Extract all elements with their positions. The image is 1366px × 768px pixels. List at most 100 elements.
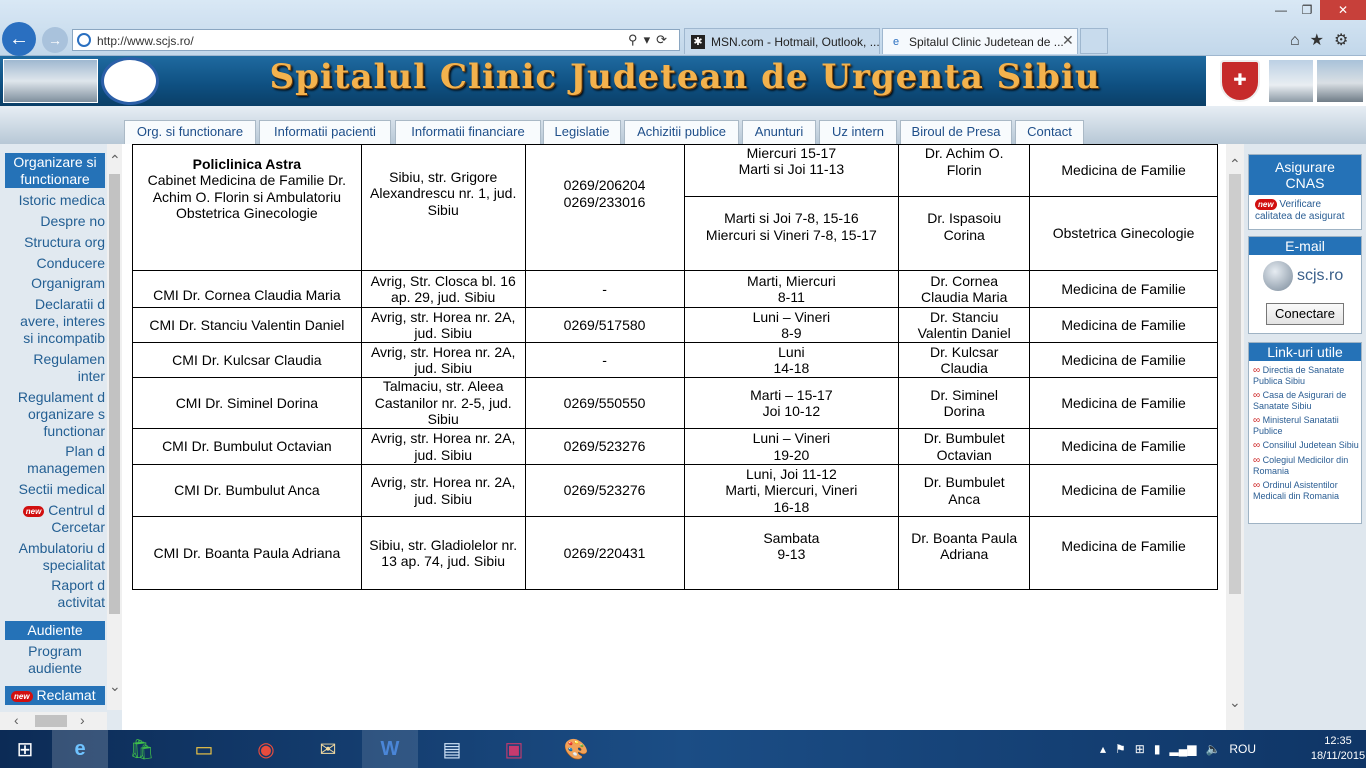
menu-centrul-cercetare[interactable]: new Centrul d Cercetar xyxy=(5,502,105,536)
menu-regulament-organizare[interactable]: Regulament d organizare s functionar xyxy=(5,389,105,440)
minimize-icon[interactable]: — xyxy=(1268,0,1294,20)
left-scroll-thumb[interactable] xyxy=(109,174,120,614)
address-url: http://www.scjs.ro/ xyxy=(97,34,194,48)
menu-header-organizare[interactable]: Organizare si functionare xyxy=(5,153,105,188)
clinic-specialty: Medicina de Familie xyxy=(1029,516,1218,590)
menu-structura[interactable]: Structura org xyxy=(5,234,105,251)
menu-reg-org-l3: functionar xyxy=(43,423,105,439)
menu-reg-intern-l1: Regulamen xyxy=(33,351,105,367)
clock[interactable]: 12:35 18/11/2015 xyxy=(1310,734,1366,764)
clinic-schedule: Luni – Vineri 8-9 xyxy=(683,307,900,343)
scroll-up-icon[interactable]: ⌃ xyxy=(109,152,121,169)
clinic-phone: 0269/523276 xyxy=(524,428,685,465)
restore-icon[interactable]: ❐ xyxy=(1294,0,1320,20)
tab-msn[interactable]: ✱ MSN.com - Hotmail, Outlook, ... xyxy=(684,28,880,54)
menu-istoric[interactable]: Istoric medica xyxy=(5,192,105,209)
links-box: Link-uri utile ∞ Directia de Sanatate Pu… xyxy=(1248,342,1362,524)
nav-org[interactable]: Org. si functionare xyxy=(124,120,256,144)
back-arrow-icon[interactable]: ← xyxy=(2,22,36,56)
new-tab-button[interactable] xyxy=(1080,28,1108,54)
scroll-down-icon[interactable]: ⌄ xyxy=(109,678,121,695)
signal-icon[interactable]: ▂▄▆ xyxy=(1169,742,1196,756)
menu-centrul-l1-text: Centrul d xyxy=(48,502,105,518)
menu-raport[interactable]: Raport d activitat xyxy=(5,577,105,611)
file-explorer-icon[interactable]: ▭ xyxy=(176,730,232,768)
battery-icon[interactable]: ▮ xyxy=(1154,742,1161,756)
browser-toolbar: ← → http://www.scjs.ro/ ⚲▾⟳ ✱ MSN.com - … xyxy=(0,0,1366,56)
menu-header-audiente[interactable]: Audiente xyxy=(5,621,105,640)
link-icon: ∞ xyxy=(1253,415,1261,426)
connect-button[interactable]: Conectare xyxy=(1266,303,1344,325)
windows-icon[interactable]: ⊞ xyxy=(1135,742,1145,756)
nav-anunturi[interactable]: Anunturi xyxy=(742,120,816,144)
menu-reclamatii[interactable]: new Reclamat xyxy=(5,686,105,705)
nav-achizitii[interactable]: Achizitii publice xyxy=(624,120,739,144)
menu-declaratii-l2: avere, interes xyxy=(20,313,105,329)
floppy-icon[interactable]: ▣ xyxy=(486,730,542,768)
clinic-doctor: Dr. Stanciu Valentin Daniel xyxy=(898,307,1031,343)
volume-icon[interactable]: 🔈 xyxy=(1205,742,1220,756)
search-refresh-icons[interactable]: ⚲▾⟳ xyxy=(628,32,673,48)
ie-tab-icon: e xyxy=(892,36,900,48)
menu-ambulatoriu[interactable]: Ambulatoriu d specialitat xyxy=(5,540,105,574)
paint-icon[interactable]: 🎨 xyxy=(548,730,604,768)
menu-declaratii[interactable]: Declaratii d avere, interes si incompati… xyxy=(5,296,105,347)
clock-date: 18/11/2015 xyxy=(1310,750,1366,762)
close-tab-icon[interactable]: ✕ xyxy=(1062,32,1074,49)
main-scroll-thumb[interactable] xyxy=(1229,174,1241,594)
menu-centrul-l1: new Centrul d xyxy=(5,502,105,519)
link-consiliul-text: Consiliul Judetean Sibiu xyxy=(1262,440,1359,450)
mail-icon[interactable]: ✉ xyxy=(300,730,356,768)
windows-start-icon[interactable]: ⊞ xyxy=(0,730,50,768)
link-colegiul[interactable]: ∞ Colegiul Medicilor din Romania xyxy=(1249,454,1361,479)
main-scroll-down-icon[interactable]: ⌄ xyxy=(1229,694,1241,711)
main-scroll-up-icon[interactable]: ⌃ xyxy=(1229,156,1241,173)
language-indicator[interactable]: ROU xyxy=(1229,742,1256,756)
link-consiliul[interactable]: ∞ Consiliul Judetean Sibiu xyxy=(1249,439,1361,454)
link-cas[interactable]: ∞ Casa de Asigurari de Sanatate Sibiu xyxy=(1249,389,1361,414)
menu-regulament-intern[interactable]: Regulamen inter xyxy=(5,351,105,385)
nav-uz-intern[interactable]: Uz intern xyxy=(819,120,897,144)
nav-biroul-presa[interactable]: Biroul de Presa xyxy=(900,120,1012,144)
main-vertical-scrollbar[interactable]: ⌃ ⌄ xyxy=(1226,144,1244,730)
scroll-left-icon[interactable]: ‹ xyxy=(14,712,19,728)
word-icon[interactable]: W xyxy=(362,730,418,768)
clinic-specialty: Medicina de Familie xyxy=(1029,377,1218,429)
chevron-up-icon[interactable]: ▴ xyxy=(1100,742,1106,756)
left-vertical-scrollbar[interactable]: ⌃ ⌄ xyxy=(107,144,122,710)
cnas-link[interactable]: new Verificare calitatea de asigurat xyxy=(1249,195,1361,223)
internet-explorer-icon[interactable]: e xyxy=(52,730,108,768)
menu-conducere[interactable]: Conducere xyxy=(5,255,106,272)
link-icon: ∞ xyxy=(1253,365,1261,376)
left-hscroll-thumb[interactable] xyxy=(35,715,67,727)
menu-despre[interactable]: Despre no xyxy=(5,213,105,230)
email-box: E-mail scjs.ro Conectare xyxy=(1248,236,1362,334)
menu-program-audiente[interactable]: Program audiente xyxy=(5,643,105,677)
nav-informatii-pacienti[interactable]: Informatii pacienti xyxy=(259,120,391,144)
flag-icon[interactable]: ⚑ xyxy=(1115,742,1126,756)
forward-arrow-icon[interactable]: → xyxy=(42,27,68,53)
home-favorites-settings-icons[interactable]: ⌂★⚙ xyxy=(1290,30,1358,50)
menu-plan-management[interactable]: Plan d managemen xyxy=(5,443,105,477)
menu-centrul-l2: Cercetar xyxy=(51,519,105,535)
link-oamr[interactable]: ∞ Ordinul Asistentilor Medicali din Roma… xyxy=(1249,479,1361,504)
store-icon[interactable]: 🛍 xyxy=(114,730,170,768)
close-window-icon[interactable]: ✕ xyxy=(1320,0,1366,20)
notepad-icon[interactable]: ▤ xyxy=(424,730,480,768)
menu-sectii[interactable]: Sectii medical xyxy=(5,481,105,498)
nav-informatii-financiare[interactable]: Informatii financiare xyxy=(395,120,541,144)
nav-legislatie[interactable]: Legislatie xyxy=(543,120,621,144)
clinic-specialty: Medicina de Familie xyxy=(1029,342,1218,378)
chrome-icon[interactable]: ◉ xyxy=(238,730,294,768)
left-horizontal-scrollbar[interactable]: ‹ › xyxy=(0,712,107,730)
menu-reg-intern-l2: inter xyxy=(77,368,105,384)
tab-scjs[interactable]: e Spitalul Clinic Judetean de ... xyxy=(882,28,1078,54)
menu-organigrama[interactable]: Organigram xyxy=(5,275,105,292)
address-bar[interactable]: http://www.scjs.ro/ ⚲▾⟳ xyxy=(72,29,680,51)
clinic-specialty: Medicina de Familie xyxy=(1029,144,1218,197)
link-ministerul[interactable]: ∞ Ministerul Sanatatii Publice xyxy=(1249,414,1361,439)
link-dsp[interactable]: ∞ Directia de Sanatate Publica Sibiu xyxy=(1249,364,1361,389)
clinic-phone: 0269/206204 0269/233016 xyxy=(524,144,685,271)
nav-contact[interactable]: Contact xyxy=(1015,120,1084,144)
scroll-right-icon[interactable]: › xyxy=(80,712,85,728)
